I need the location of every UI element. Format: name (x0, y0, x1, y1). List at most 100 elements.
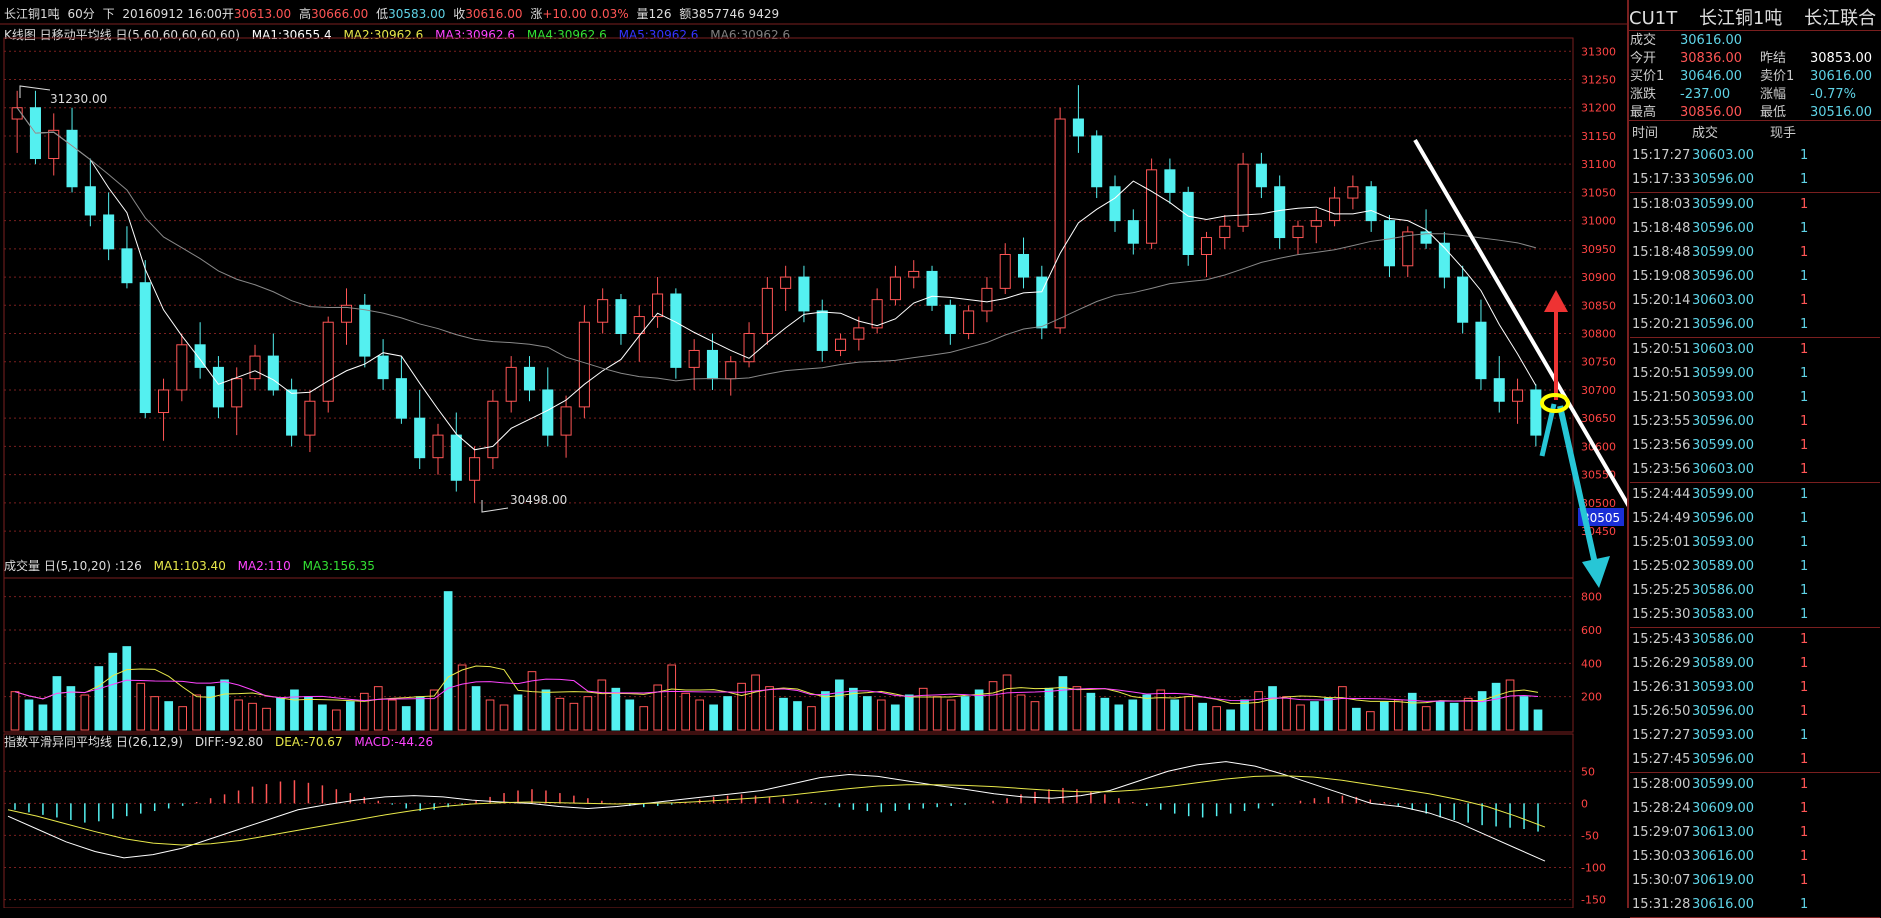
tick-price: 30583.00 (1692, 607, 1755, 622)
tick-time: 15:24:44 (1632, 487, 1691, 502)
tick-time: 15:25:30 (1632, 607, 1691, 622)
candle (578, 321, 590, 408)
tick-price: 30593.00 (1692, 390, 1755, 405)
down-arrow (1557, 405, 1599, 569)
up-arrowhead (1544, 290, 1568, 312)
vol-ma1-line (14, 665, 1539, 704)
y-tick-label: 800 (1581, 591, 1602, 604)
tick-time: 15:21:50 (1632, 390, 1691, 405)
volume-bar (80, 694, 90, 731)
tick-time: 15:26:29 (1632, 656, 1691, 671)
volume-bar (751, 674, 760, 731)
candle (450, 434, 462, 481)
tick-price: 30599.00 (1692, 197, 1755, 212)
volume-bar (164, 701, 174, 731)
chart-canvas[interactable]: 31300 31250 31200 31150 31100 31050 31000 30950… (0, 0, 1627, 908)
quote-row: 买价1 30646.00 卖价1 30616.00 (1630, 68, 1880, 86)
candle (377, 355, 389, 380)
tick-qty: 1 (1800, 752, 1809, 767)
candle (1017, 253, 1030, 278)
tick-time: 15:26:31 (1632, 680, 1691, 695)
tick-time: 15:19:08 (1632, 269, 1691, 284)
tick-qty: 1 (1800, 390, 1809, 405)
tick-row: 15:24:49 30596.00 1 (1630, 507, 1880, 531)
volume-bar (890, 704, 900, 731)
volume-bar (513, 694, 523, 731)
candle (1182, 191, 1194, 255)
tick-price: 30616.00 (1692, 897, 1755, 912)
candle (1457, 276, 1469, 323)
tick-qty: 1 (1800, 559, 1809, 574)
volume-bar (807, 706, 816, 731)
volume-bar (485, 699, 495, 731)
tick-qty: 1 (1800, 801, 1809, 816)
tick-qty: 1 (1800, 849, 1809, 864)
tick-qty: 1 (1800, 897, 1809, 912)
candle (999, 253, 1011, 289)
volume-bar (597, 679, 607, 731)
volume-bar (541, 689, 551, 731)
volume-bar (1072, 686, 1082, 731)
volume-bar (918, 687, 928, 731)
tick-qty: 1 (1800, 487, 1809, 502)
volume-bar (1128, 699, 1138, 731)
volume-bar (779, 697, 788, 731)
volume-bar (1352, 707, 1361, 731)
y-tick-label: 30900 (1581, 271, 1616, 284)
volume-bar (1282, 696, 1291, 731)
tick-price: 30589.00 (1692, 656, 1755, 671)
tick-qty: 1 (1800, 414, 1809, 429)
tick-price: 30596.00 (1692, 317, 1755, 332)
volume-bar (1016, 694, 1026, 731)
tick-qty: 1 (1800, 293, 1809, 308)
quote-key: 涨跌 (1630, 87, 1657, 102)
tick-qty: 1 (1800, 245, 1809, 260)
candle (1091, 135, 1103, 188)
candle (1310, 220, 1322, 227)
volume-bar (1184, 696, 1194, 731)
y-tick-label: 50 (1581, 765, 1595, 778)
volume-bar (262, 707, 271, 731)
volume-bar (723, 696, 732, 731)
tick-row: 15:20:51 30599.00 1 (1630, 362, 1880, 386)
tick-qty: 1 (1800, 825, 1809, 840)
candle (414, 417, 426, 459)
tick-time: 15:27:27 (1632, 728, 1691, 743)
volume-bar (1142, 694, 1152, 731)
tick-row: 15:27:45 30596.00 1 (1630, 748, 1880, 773)
candle (1219, 225, 1231, 239)
trading-terminal: 长江铜1吨 60分 下 20160912 16:00开30613.00 高306… (0, 0, 1881, 918)
tick-time: 15:27:45 (1632, 752, 1691, 767)
tick-qty: 1 (1800, 366, 1809, 381)
volume-bar (1226, 709, 1235, 731)
candle (1347, 186, 1359, 199)
quote-code: CU1T (1629, 8, 1678, 29)
tick-time: 15:30:07 (1632, 873, 1691, 888)
quote-key: 昨结 (1760, 51, 1787, 66)
volume-bar (290, 689, 299, 731)
y-tick-label: 30950 (1581, 243, 1616, 256)
tick-time: 15:29:07 (1632, 825, 1691, 840)
ticks-list[interactable]: 15:17:27 30603.00 1 15:17:33 30596.00 1 15:18:… (1630, 144, 1880, 918)
volume-bar (332, 709, 341, 731)
candle (926, 270, 938, 306)
volume-bar (904, 694, 914, 731)
tick-price: 30596.00 (1692, 414, 1755, 429)
tick-price: 30593.00 (1692, 535, 1755, 550)
volume-bar (765, 686, 774, 731)
tick-row: 15:23:55 30596.00 1 (1630, 410, 1880, 434)
volume-bar (1379, 701, 1389, 731)
tick-qty: 1 (1800, 873, 1809, 888)
y-tick-label: 30750 (1581, 356, 1616, 369)
y-tick-label: -50 (1581, 829, 1599, 842)
tick-qty: 1 (1800, 317, 1809, 332)
quote-value: -237.00 (1680, 87, 1731, 102)
candle (1146, 169, 1158, 244)
volume-bar (988, 681, 998, 731)
volume-bar (1533, 709, 1543, 731)
tick-qty: 1 (1800, 607, 1809, 622)
volume-bar (1393, 699, 1403, 731)
high-annotation: 31230.00 (50, 92, 107, 106)
tick-qty: 1 (1800, 172, 1809, 187)
volume-bar (1002, 674, 1012, 731)
